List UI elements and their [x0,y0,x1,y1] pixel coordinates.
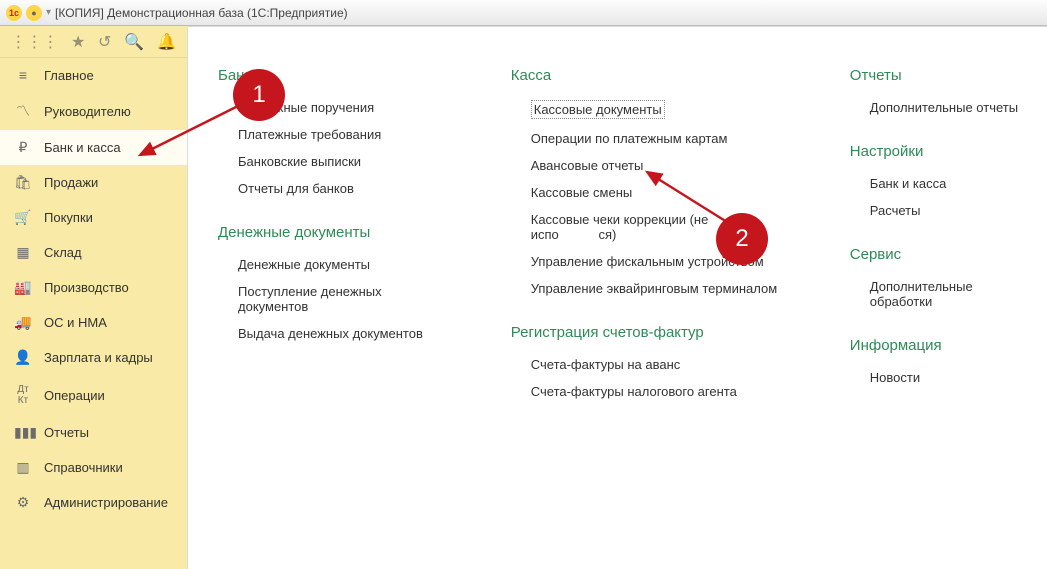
link-money-documents[interactable]: Денежные документы [238,257,441,272]
nav-reports[interactable]: ▮▮▮ Отчеты [0,415,187,450]
nav-directories[interactable]: ▥ Справочники [0,450,187,485]
dropdown-icon[interactable]: ▾ [46,7,51,18]
link-money-expense[interactable]: Выдача денежных документов [238,326,441,341]
nav-label: Руководителю [44,104,131,119]
group-invoices-reg: Регистрация счетов-фактур [511,324,780,341]
nav-salary[interactable]: 👤 Зарплата и кадры [0,340,187,375]
annotation-marker-1: 1 [233,69,285,121]
group-moneydocs: Денежные документы [218,224,441,241]
annotation-marker-2: 2 [716,213,768,265]
link-bank-statements[interactable]: Банковские выписки [238,154,441,169]
link-cash-shifts[interactable]: Кассовые смены [531,185,780,200]
link-payment-requests[interactable]: Платежные требования [238,127,441,142]
sidebar-toolbar: ⋮⋮⋮ ★ ↺ 🔍 🔔 [0,26,187,58]
column-2: Касса Кассовые документы Операции по пла… [511,67,780,549]
book-icon: ▥ [14,459,32,476]
nav-label: Склад [44,245,82,260]
link-money-income[interactable]: Поступление денежных документов [238,284,441,314]
bars-icon: ▮▮▮ [14,424,32,441]
boxes-icon: ▦ [14,244,32,261]
window-title: [КОПИЯ] Демонстрационная база (1С:Предпр… [55,6,348,20]
nav-main[interactable]: ≡ Главное [0,58,187,92]
link-extra-reports[interactable]: Дополнительные отчеты [870,100,1027,115]
nav-label: Операции [44,388,105,403]
column-1: Банк Платежные поручения Платежные требо… [218,67,441,549]
nav-sales[interactable]: 🛍 Продажи [0,165,187,200]
nav-label: Продажи [44,175,98,190]
nav-purchases[interactable]: 🛒 Покупки [0,200,187,235]
history-icon[interactable]: ↺ [98,32,111,52]
link-card-operations[interactable]: Операции по платежным картам [531,131,780,146]
nav-os-nma[interactable]: 🚚 ОС и НМА [0,305,187,340]
column-3: Отчеты Дополнительные отчеты Настройки Б… [850,67,1027,549]
link-extra-processing[interactable]: Дополнительные обработки [870,279,1027,309]
nav-warehouse[interactable]: ▦ Склад [0,235,187,270]
content-area: Банк Платежные поручения Платежные требо… [188,26,1047,569]
round-icon: ● [26,5,42,21]
cart-icon: 🛒 [14,209,32,226]
nav-label: Главное [44,68,94,83]
nav-operations[interactable]: Дт Кт Операции [0,375,187,415]
link-acquiring-terminal[interactable]: Управление эквайринговым терминалом [531,281,780,296]
nav-label: ОС и НМА [44,315,107,330]
group-settings: Настройки [850,143,1027,160]
person-icon: 👤 [14,349,32,366]
bell-icon[interactable]: 🔔 [157,32,177,52]
nav-label: Отчеты [44,425,89,440]
titlebar: 1c ● ▾ [КОПИЯ] Демонстрационная база (1С… [0,0,1047,26]
sidebar: ⋮⋮⋮ ★ ↺ 🔍 🔔 ≡ Главное 〽 Руководителю ₽ Банк… [0,26,188,569]
nav-label: Банк и касса [44,140,121,155]
nav-label: Производство [44,280,129,295]
nav-label: Покупки [44,210,93,225]
debit-credit-icon: Дт Кт [14,384,32,406]
truck-icon: 🚚 [14,314,32,331]
star-icon[interactable]: ★ [71,32,85,52]
link-reports-for-banks[interactable]: Отчеты для банков [238,181,441,196]
grid-icon[interactable]: ⋮⋮⋮ [10,32,58,52]
gear-icon: ⚙ [14,494,32,511]
app-icon: 1c [6,5,22,21]
group-service: Сервис [850,246,1027,263]
nav-label: Справочники [44,460,123,475]
link-invoices-tax-agent[interactable]: Счета-фактуры налогового агента [531,384,780,399]
group-info: Информация [850,337,1027,354]
group-reports: Отчеты [850,67,1027,84]
nav-label: Администрирование [44,495,168,510]
search-icon[interactable]: 🔍 [124,32,144,52]
bag-icon: 🛍 [14,174,32,191]
group-kassa: Касса [511,67,780,84]
menu-icon: ≡ [14,67,32,83]
nav-manager[interactable]: 〽 Руководителю [0,92,187,130]
nav-bank-kassa[interactable]: ₽ Банк и касса [0,130,187,165]
link-advance-reports[interactable]: Авансовые отчеты [531,158,780,173]
chart-up-icon: 〽 [14,101,32,121]
nav-admin[interactable]: ⚙ Администрирование [0,485,187,520]
factory-icon: 🏭 [14,279,32,296]
link-settings-bank-kassa[interactable]: Банк и касса [870,176,1027,191]
link-settings-calculations[interactable]: Расчеты [870,203,1027,218]
nav-label: Зарплата и кадры [44,350,153,365]
ruble-icon: ₽ [14,139,32,156]
link-news[interactable]: Новости [870,370,1027,385]
link-cash-documents[interactable]: Кассовые документы [531,100,665,119]
nav-production[interactable]: 🏭 Производство [0,270,187,305]
link-invoices-advance[interactable]: Счета-фактуры на аванс [531,357,780,372]
